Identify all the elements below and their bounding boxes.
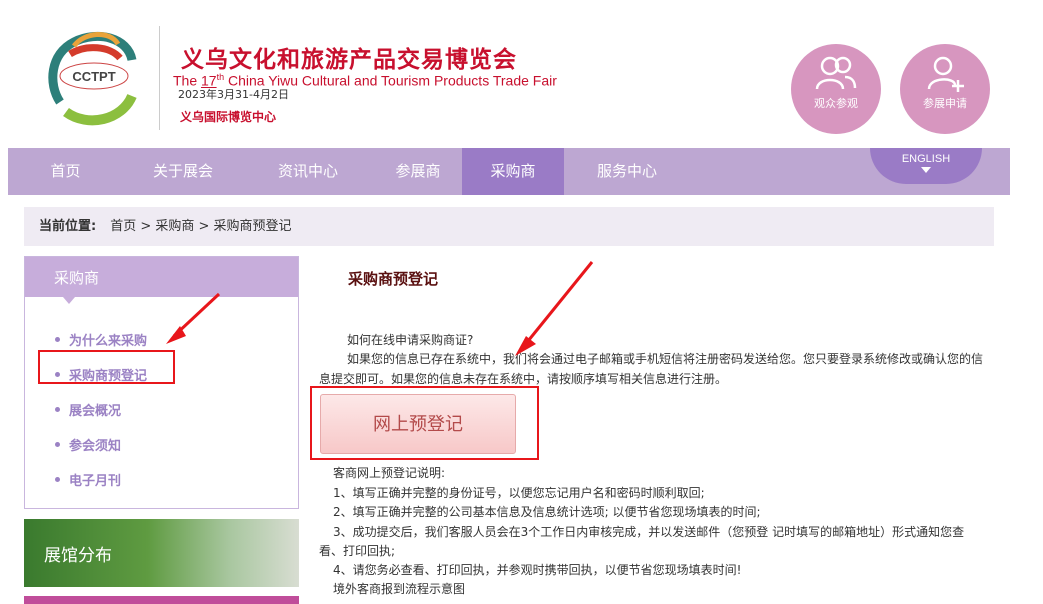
annotation-arrows: [166, 261, 594, 356]
